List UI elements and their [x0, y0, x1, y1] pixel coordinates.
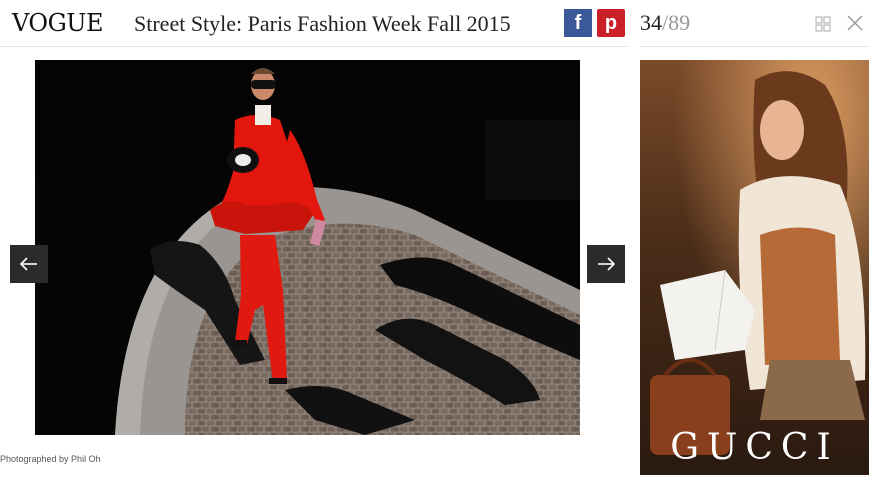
facebook-icon: f [574, 11, 582, 34]
header-divider [0, 46, 628, 47]
grid-view-button[interactable] [815, 16, 831, 32]
close-button[interactable] [846, 14, 864, 32]
facebook-share-button[interactable]: f [564, 9, 592, 37]
arrow-left-icon [19, 257, 37, 271]
photo-credit: Photographed by Phil Oh [0, 454, 101, 464]
arrow-right-icon [598, 257, 616, 271]
page-title: Street Style: Paris Fashion Week Fall 20… [134, 11, 511, 36]
slide-total: 89 [668, 10, 691, 35]
slide-counter: 34/89 [640, 10, 690, 36]
close-icon [847, 15, 863, 31]
gallery-photo[interactable] [35, 60, 580, 435]
advertisement[interactable]: GUCCI [640, 60, 869, 475]
header-bar: VOGUE Street Style: Paris Fashion Week F… [0, 0, 878, 46]
next-slide-button[interactable] [587, 245, 625, 283]
street-style-image [35, 60, 580, 435]
pinterest-icon: p [604, 11, 618, 34]
sidebar-divider [640, 46, 870, 47]
ad-brand-logo: GUCCI [670, 427, 839, 468]
grid-icon [815, 16, 831, 32]
vogue-logo[interactable]: VOGUE [12, 10, 104, 36]
slide-current: 34 [640, 10, 662, 35]
previous-slide-button[interactable] [10, 245, 48, 283]
pinterest-share-button[interactable]: p [597, 9, 625, 37]
gucci-ad-image [640, 60, 869, 475]
